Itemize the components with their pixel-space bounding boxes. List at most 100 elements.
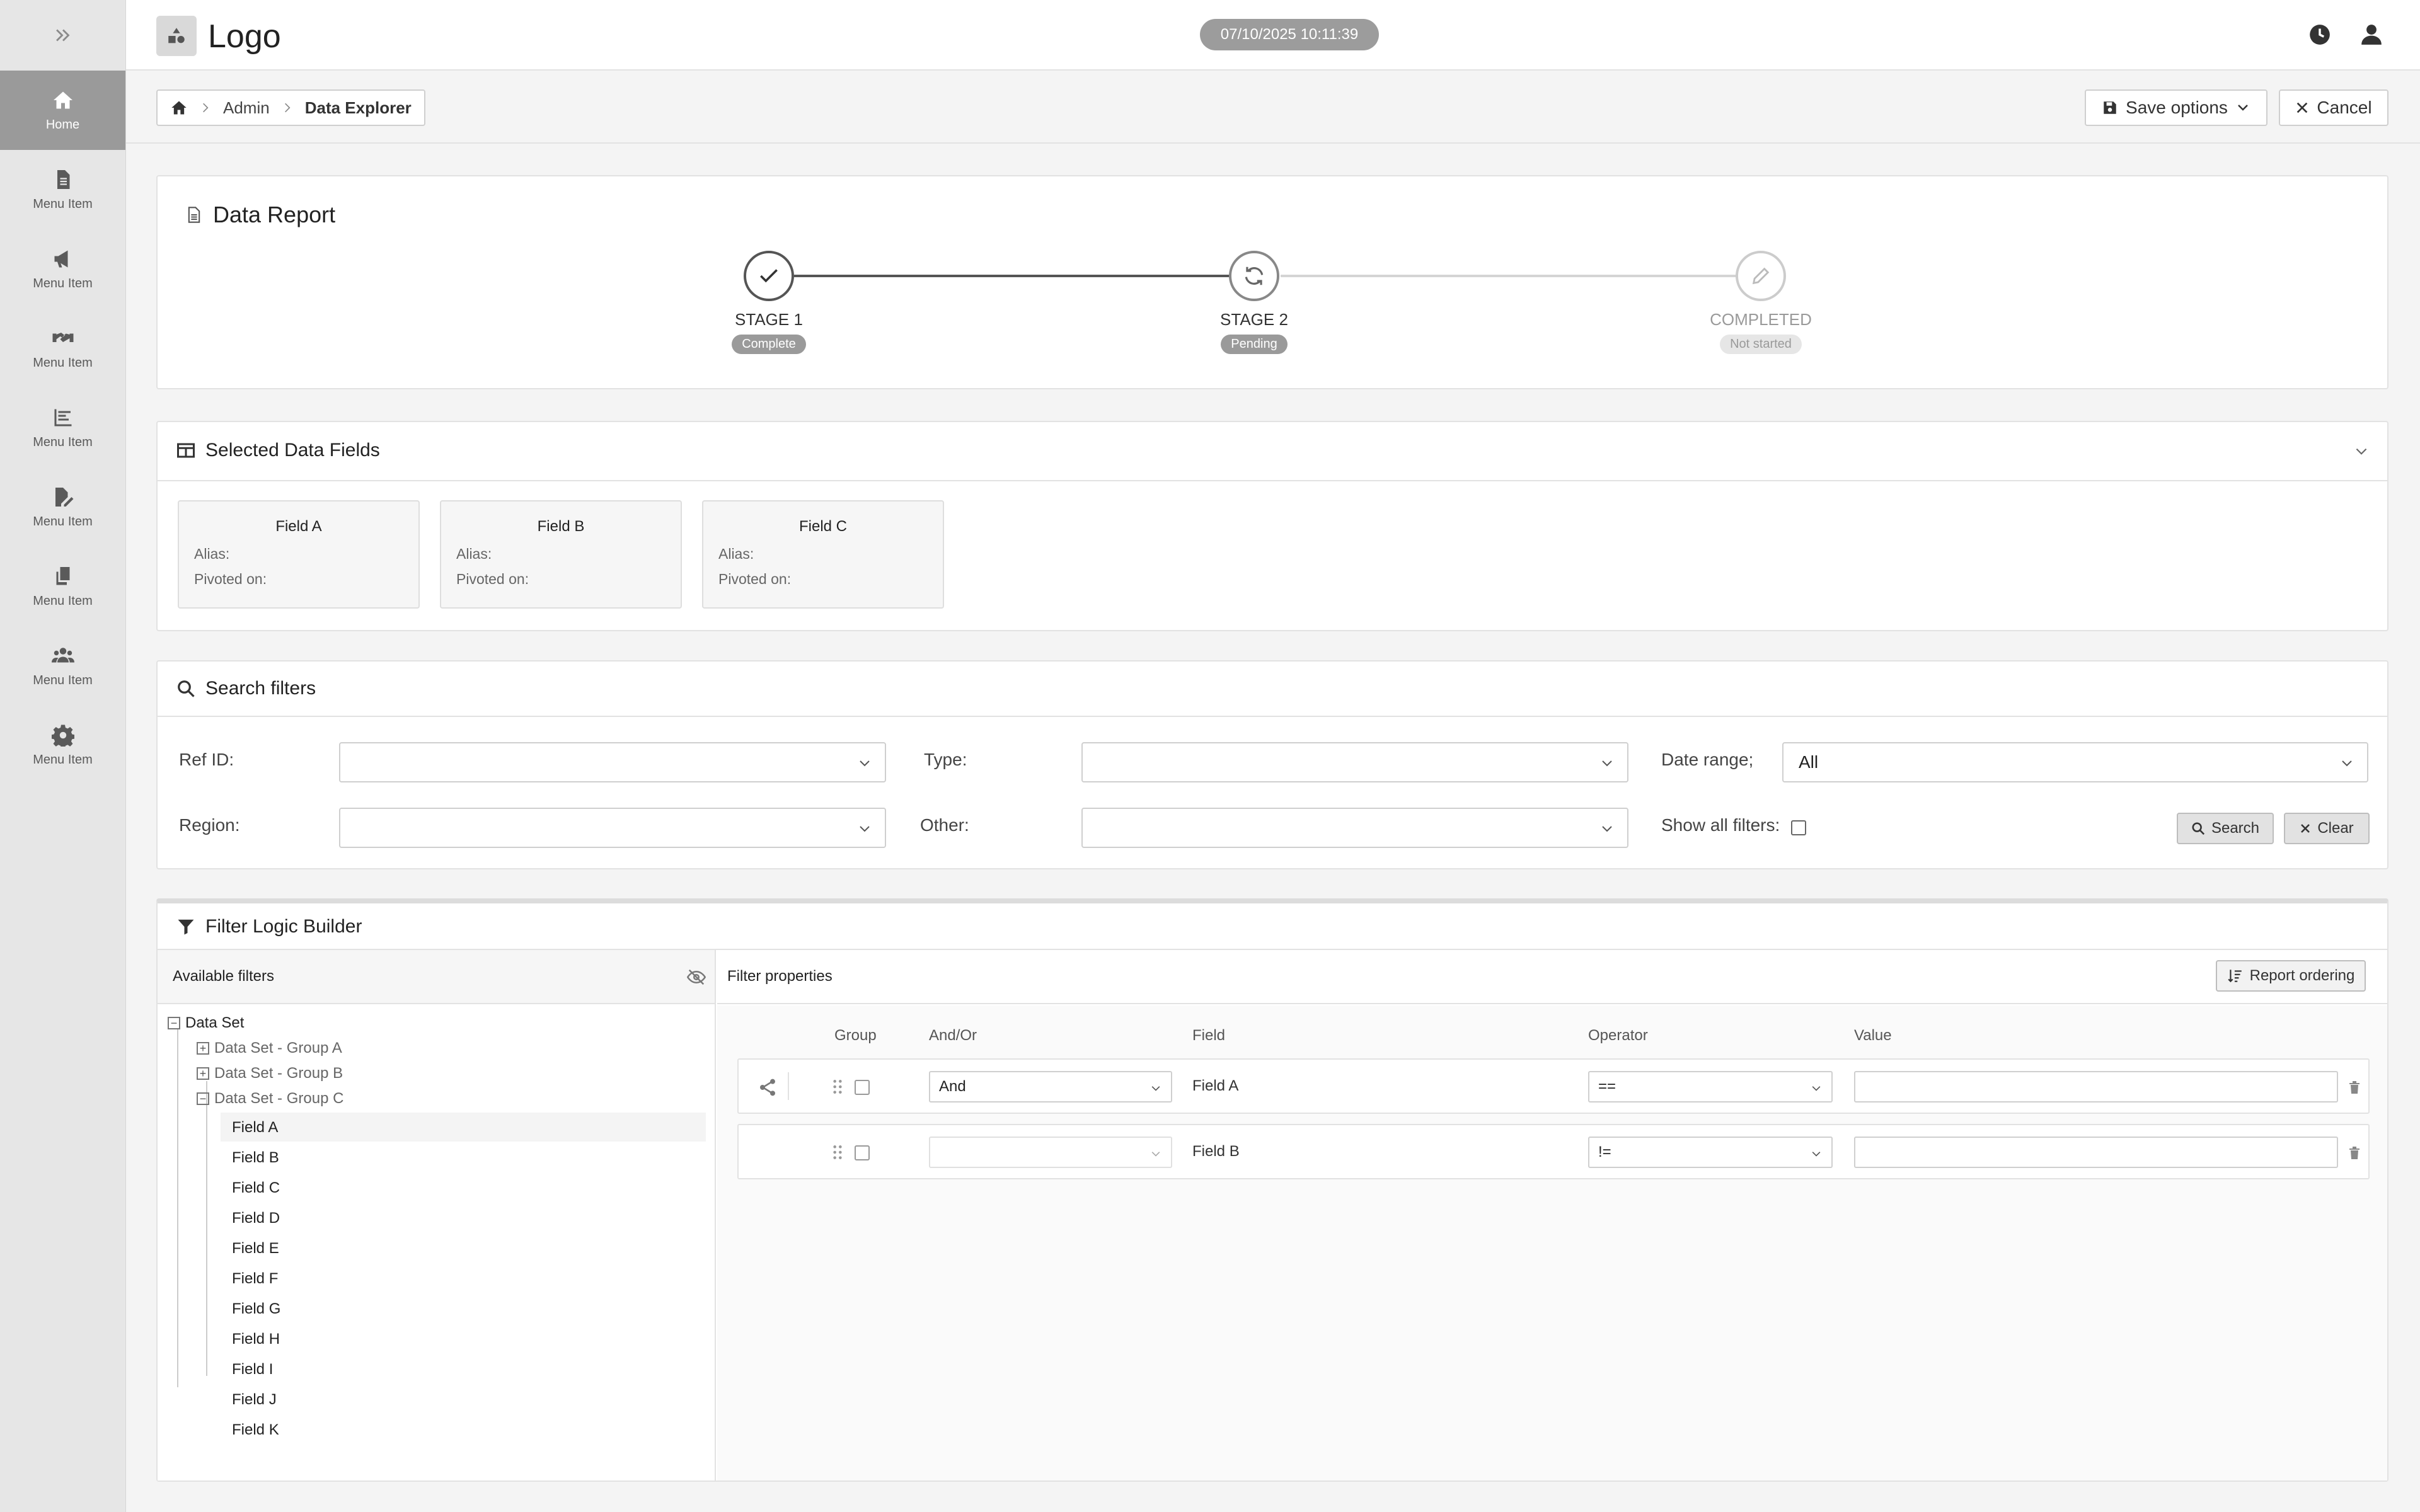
pivot-label: Pivoted on: [456,571,529,587]
sidebar-item-menu-4[interactable]: Menu Item [0,388,125,467]
filter-tree: − Data Set + Data Set - Group A + Data S… [158,1005,715,1480]
sidebar-item-menu-3[interactable]: Menu Item [0,309,125,388]
save-options-button[interactable]: Save options [2085,89,2267,126]
alias-label: Alias: [718,546,754,562]
tree-field-item[interactable]: Field J [232,1391,277,1409]
region-select[interactable] [339,808,886,848]
report-ordering-button[interactable]: Report ordering [2216,960,2366,992]
sidebar-item-menu-8[interactable]: Menu Item [0,706,125,785]
col-head-operator: Operator [1588,1027,1648,1044]
drag-handle-icon[interactable] [832,1144,843,1160]
sidebar-item-home[interactable]: Home [0,71,125,150]
chevron-down-icon[interactable] [2353,444,2370,460]
tree-field-item[interactable]: Field C [232,1179,280,1197]
filter-icon [178,919,194,935]
tree-field-item[interactable]: Field K [232,1421,279,1439]
tree-field-item[interactable]: Field D [232,1210,280,1227]
stage-1-step: STAGE 1 Complete [693,251,844,354]
chevron-down-icon [1602,826,1612,832]
search-button[interactable]: Search [2177,813,2274,844]
expand-icon[interactable]: + [197,1042,209,1055]
field-tile[interactable]: Field A Alias: Pivoted on: [178,500,420,609]
andor-select[interactable]: And [929,1071,1172,1102]
selected-fields-header[interactable]: Selected Data Fields [158,422,2387,481]
date-range-value: All [1799,752,1819,772]
tree-item-highlight [221,1113,706,1142]
sidebar-item-menu-2[interactable]: Menu Item [0,229,125,309]
stage-2-step: STAGE 2 Pending [1178,251,1330,354]
tree-node-group-b[interactable]: + Data Set - Group B [197,1065,343,1082]
chevron-down-icon [1812,1152,1821,1157]
clock-icon[interactable] [2308,23,2332,47]
floppy-disk-icon [2104,101,2116,114]
chevron-down-icon [1151,1152,1160,1157]
other-label: Other: [920,815,969,835]
tree-node-root[interactable]: − Data Set [168,1014,244,1032]
sidebar-item-menu-6[interactable]: Menu Item [0,547,125,626]
show-all-filters-checkbox[interactable] [1791,820,1806,835]
andor-select [929,1137,1172,1168]
tree-field-item[interactable]: Field A [232,1119,278,1137]
drag-handle-icon[interactable] [832,1079,843,1095]
eye-off-icon[interactable] [687,968,706,987]
field-tile[interactable]: Field B Alias: Pivoted on: [440,500,682,609]
field-tile-name: Field B [537,518,585,535]
tree-node-label: Data Set - Group C [214,1090,344,1107]
type-select[interactable] [1081,742,1628,782]
trash-icon[interactable] [2347,1079,2362,1096]
ref-id-select[interactable] [339,742,886,782]
operator-select[interactable]: != [1588,1137,1833,1168]
close-icon [2297,102,2308,113]
megaphone-icon [54,250,67,267]
trash-icon[interactable] [2347,1144,2362,1162]
cancel-label: Cancel [2317,98,2372,117]
filter-properties-title: Filter properties [727,968,833,985]
collapse-icon[interactable]: − [197,1092,209,1105]
sidebar-item-menu-5[interactable]: Menu Item [0,467,125,547]
home-icon[interactable] [170,99,188,117]
tree-field-item[interactable]: Field H [232,1331,280,1348]
available-filters-title: Available filters [173,968,274,985]
sidebar-item-label: Menu Item [33,514,93,529]
collapse-icon[interactable]: − [168,1017,180,1029]
breadcrumb-admin-link[interactable]: Admin [223,98,270,118]
timestamp-badge: 07/10/2025 10:11:39 [1200,19,1379,50]
table-icon [177,443,195,458]
tree-field-item[interactable]: Field B [232,1149,279,1167]
tree-node-group-a[interactable]: + Data Set - Group A [197,1040,342,1057]
breadcrumb-bar: Admin Data Explorer Save options Cancel [126,71,2420,144]
report-title: Data Report [213,202,336,227]
tree-field-item[interactable]: Field I [232,1361,273,1378]
group-checkbox[interactable] [855,1080,870,1095]
clear-button[interactable]: Clear [2284,813,2370,844]
sidebar-toggle-button[interactable] [0,0,125,71]
other-select[interactable] [1081,808,1628,848]
group-checkbox[interactable] [855,1145,870,1160]
tree-field-item[interactable]: Field G [232,1300,280,1318]
available-filters-header: Available filters [158,950,715,1004]
pencil-icon [1736,251,1786,301]
cancel-button[interactable]: Cancel [2279,89,2388,126]
tree-field-item[interactable]: Field E [232,1240,279,1257]
operator-select[interactable]: == [1588,1071,1833,1102]
value-input[interactable] [1854,1071,2338,1102]
tree-node-label: Data Set [185,1014,245,1031]
share-nodes-icon[interactable] [758,1077,778,1097]
sidebar-item-label: Menu Item [33,355,93,370]
chevron-down-icon [1812,1086,1821,1091]
tree-node-group-c[interactable]: − Data Set - Group C [197,1090,343,1108]
expand-icon[interactable]: + [197,1067,209,1080]
chevron-down-icon [1151,1086,1160,1091]
col-head-andor: And/Or [929,1027,977,1044]
tree-field-item[interactable]: Field F [232,1270,278,1288]
sidebar-item-menu-1[interactable]: Menu Item [0,150,125,229]
stage-label: COMPLETED [1710,310,1812,329]
date-range-select[interactable]: All [1782,742,2368,782]
sidebar-item-label: Menu Item [33,673,93,687]
tree-guide-line [177,1029,178,1387]
field-tile[interactable]: Field C Alias: Pivoted on: [702,500,944,609]
value-input[interactable] [1854,1137,2338,1168]
sidebar-item-menu-7[interactable]: Menu Item [0,626,125,706]
selected-fields-card: Selected Data Fields Field A Alias: Pivo… [156,421,2388,631]
user-icon[interactable] [2360,23,2383,47]
